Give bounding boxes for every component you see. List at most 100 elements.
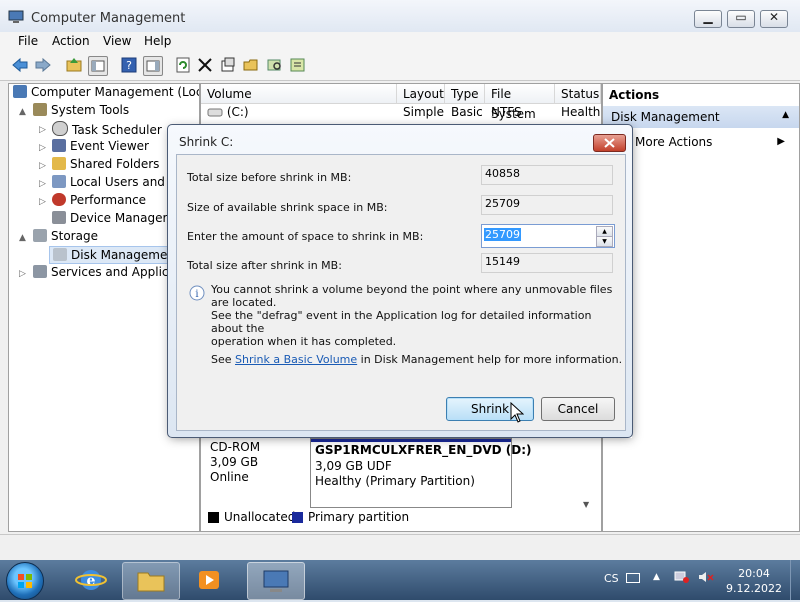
toolbar: ? xyxy=(0,51,800,81)
spin-down-icon[interactable]: ▼ xyxy=(596,236,613,247)
disk-properties-icon[interactable] xyxy=(289,56,307,74)
computer-icon xyxy=(13,85,27,98)
start-button[interactable] xyxy=(6,562,44,600)
up-folder-icon[interactable] xyxy=(65,56,83,74)
tree-item-system-tools[interactable]: System Tools xyxy=(33,103,129,117)
info-icon: i xyxy=(189,285,205,301)
cd-rom-info: CD-ROM 3,09 GB Online xyxy=(210,440,260,485)
services-icon xyxy=(33,265,47,278)
menu-view[interactable]: View xyxy=(103,34,131,48)
tree-item-computer-management[interactable]: Computer Management (Local xyxy=(13,85,199,99)
dialog-title: Shrink C: xyxy=(179,135,234,149)
refresh-icon[interactable] xyxy=(174,56,192,74)
collapse-arrow-icon[interactable]: ▲ xyxy=(782,110,789,120)
tree-item-label: Event Viewer xyxy=(70,139,149,153)
minimize-icon: ▁ xyxy=(703,10,713,24)
expand-arrow-icon[interactable]: ▷ xyxy=(39,179,46,189)
primary-swatch xyxy=(292,512,303,523)
help-text: See Shrink a Basic Volume in Disk Manage… xyxy=(211,353,622,366)
back-arrow-icon[interactable] xyxy=(11,56,29,74)
expand-arrow-icon[interactable]: ▷ xyxy=(39,143,46,153)
show-hide-tree-icon[interactable] xyxy=(88,56,108,76)
collapse-arrow-icon[interactable]: ▲ xyxy=(19,107,26,117)
tree-item-performance[interactable]: Performance xyxy=(52,193,146,207)
taskbar-explorer[interactable] xyxy=(122,562,180,600)
menu-file[interactable]: File xyxy=(18,34,38,48)
minimize-button[interactable]: ▁ xyxy=(694,10,722,28)
properties-icon[interactable] xyxy=(219,56,237,74)
expand-arrow-icon[interactable]: ▷ xyxy=(19,269,26,279)
show-hidden-icons-icon[interactable]: ▲ xyxy=(653,572,660,582)
tree-item-local-users[interactable]: Local Users and Gr xyxy=(52,175,183,189)
cancel-button[interactable]: Cancel xyxy=(541,397,615,421)
dvd-name: GSP1RMCULXFRER_EN_DVD (D:) xyxy=(315,443,532,457)
search-disk-icon[interactable] xyxy=(266,56,284,74)
clock[interactable]: 20:04 9.12.2022 xyxy=(724,566,784,596)
performance-icon xyxy=(52,193,66,206)
collapse-arrow-icon[interactable]: ▲ xyxy=(19,233,26,243)
title-bar[interactable]: Computer Management ▁ ▭ ✕ xyxy=(0,0,800,34)
help-prefix: See xyxy=(211,353,236,366)
shrink-amount-stepper[interactable]: 25709 ▲ ▼ xyxy=(481,224,615,248)
keyboard-icon[interactable] xyxy=(626,573,640,583)
more-actions-link[interactable]: More Actions xyxy=(635,135,712,149)
vertical-scrollbar[interactable]: ▼ xyxy=(579,434,597,509)
shared-folder-icon xyxy=(52,157,66,170)
column-status[interactable]: Status xyxy=(555,84,601,104)
clock-time: 20:04 xyxy=(738,567,770,580)
close-button[interactable]: ✕ xyxy=(760,10,788,28)
tree-item-label: Performance xyxy=(70,193,147,207)
show-desktop-button[interactable] xyxy=(790,560,800,600)
users-icon xyxy=(52,175,66,188)
shrink-basic-volume-link[interactable]: Shrink a Basic Volume xyxy=(235,353,357,366)
expand-arrow-icon[interactable]: ▷ xyxy=(39,197,46,207)
network-icon[interactable] xyxy=(674,570,690,584)
tree-item-label: Disk Management xyxy=(71,248,180,262)
help-icon[interactable]: ? xyxy=(120,56,138,74)
tree-item-shared-folders[interactable]: Shared Folders xyxy=(52,157,159,171)
menu-help[interactable]: Help xyxy=(144,34,171,48)
maximize-button[interactable]: ▭ xyxy=(727,10,755,28)
tree-item-event-viewer[interactable]: Event Viewer xyxy=(52,139,149,153)
tree-item-services-applications[interactable]: Services and Applicati xyxy=(33,265,184,279)
shrink-dialog: Shrink C: Total size before shrink in MB… xyxy=(167,124,633,438)
computer-management-icon xyxy=(263,570,289,592)
actions-section-disk-management[interactable]: Disk Management ▲ xyxy=(603,106,799,128)
table-row[interactable]: (C:) xyxy=(207,105,249,119)
column-file-system[interactable]: File System xyxy=(485,84,555,121)
tree-item-device-manager[interactable]: Device Manager xyxy=(52,211,167,225)
tree-item-disk-management[interactable]: Disk Management xyxy=(49,246,184,264)
info-line-2: See the "defrag" event in the Applicatio… xyxy=(211,309,592,335)
show-hide-action-pane-icon[interactable] xyxy=(143,56,163,76)
column-volume[interactable]: Volume xyxy=(201,84,397,104)
tree-item-storage[interactable]: Storage xyxy=(33,229,98,243)
column-type[interactable]: Type xyxy=(445,84,485,104)
delete-icon[interactable] xyxy=(196,56,214,74)
expand-arrow-icon[interactable]: ▷ xyxy=(39,125,46,135)
taskbar-media-player[interactable] xyxy=(182,562,238,598)
help-suffix: in Disk Management help for more informa… xyxy=(357,353,623,366)
open-folder-icon[interactable] xyxy=(242,56,260,74)
column-layout[interactable]: Layout xyxy=(397,84,445,104)
available-space-label: Size of available shrink space in MB: xyxy=(187,201,388,214)
partition-color-bar xyxy=(311,439,511,442)
language-indicator[interactable]: CS xyxy=(604,572,619,585)
menu-action[interactable]: Action xyxy=(52,34,90,48)
cd-state: Online xyxy=(210,470,249,484)
tree-item-label: System Tools xyxy=(51,103,130,117)
legend-unallocated: Unallocated xyxy=(224,510,296,524)
info-text: You cannot shrink a volume beyond the po… xyxy=(211,283,625,348)
dvd-partition[interactable]: GSP1RMCULXFRER_EN_DVD (D:) 3,09 GB UDF H… xyxy=(310,438,532,508)
volume-muted-icon[interactable] xyxy=(698,570,714,584)
dialog-close-button[interactable] xyxy=(593,134,626,152)
actions-section-label: Disk Management xyxy=(611,110,720,124)
clock-icon xyxy=(52,121,68,136)
internet-explorer-icon: e xyxy=(75,570,107,590)
forward-arrow-icon[interactable] xyxy=(34,56,52,74)
taskbar-internet-explorer[interactable]: e xyxy=(63,562,119,598)
disk-icon xyxy=(53,248,67,261)
taskbar-computer-management[interactable] xyxy=(247,562,305,600)
expand-arrow-icon[interactable]: ▷ xyxy=(39,161,46,171)
shrink-amount-input[interactable]: 25709 xyxy=(484,228,521,241)
tree-item-task-scheduler[interactable]: Task Scheduler xyxy=(52,121,162,137)
